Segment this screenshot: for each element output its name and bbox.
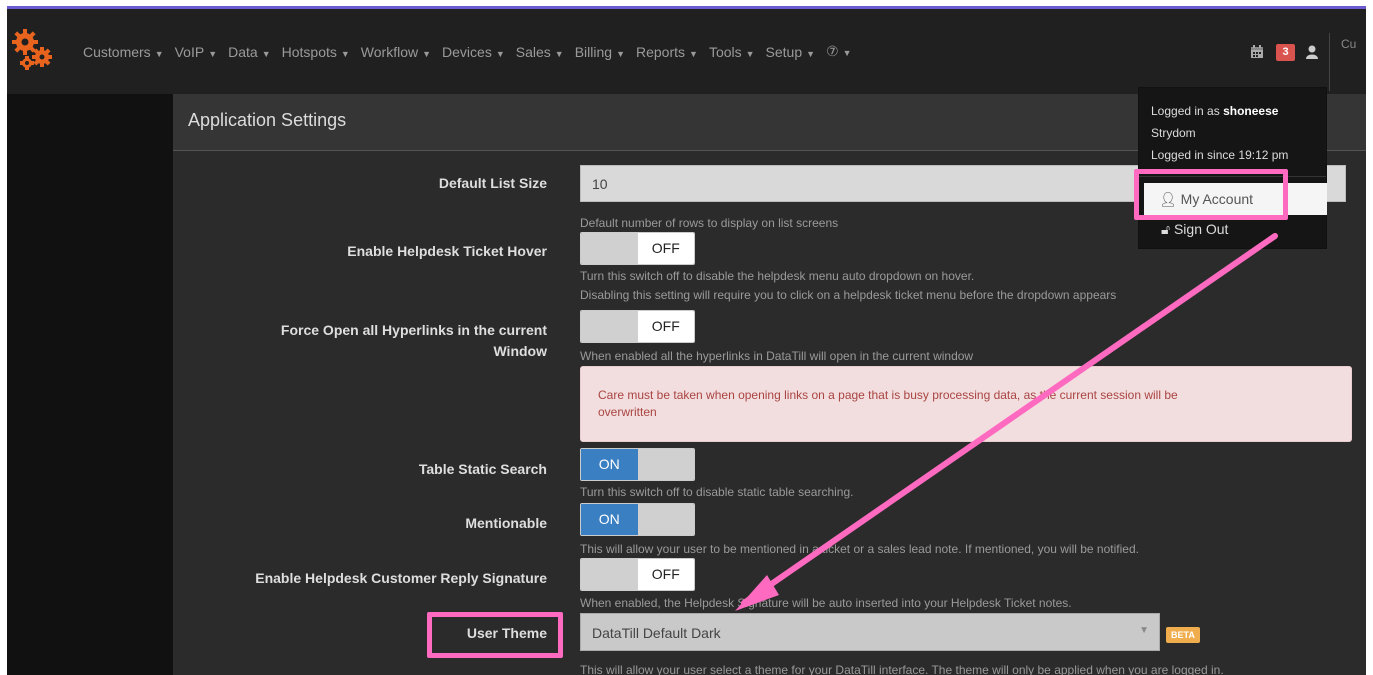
app-window: Customers ▼ VoIP ▼ Data ▼ Hotspots ▼ Workflo… (7, 6, 1366, 675)
annotation-arrow (735, 233, 1278, 611)
arrow-line (741, 233, 1278, 606)
